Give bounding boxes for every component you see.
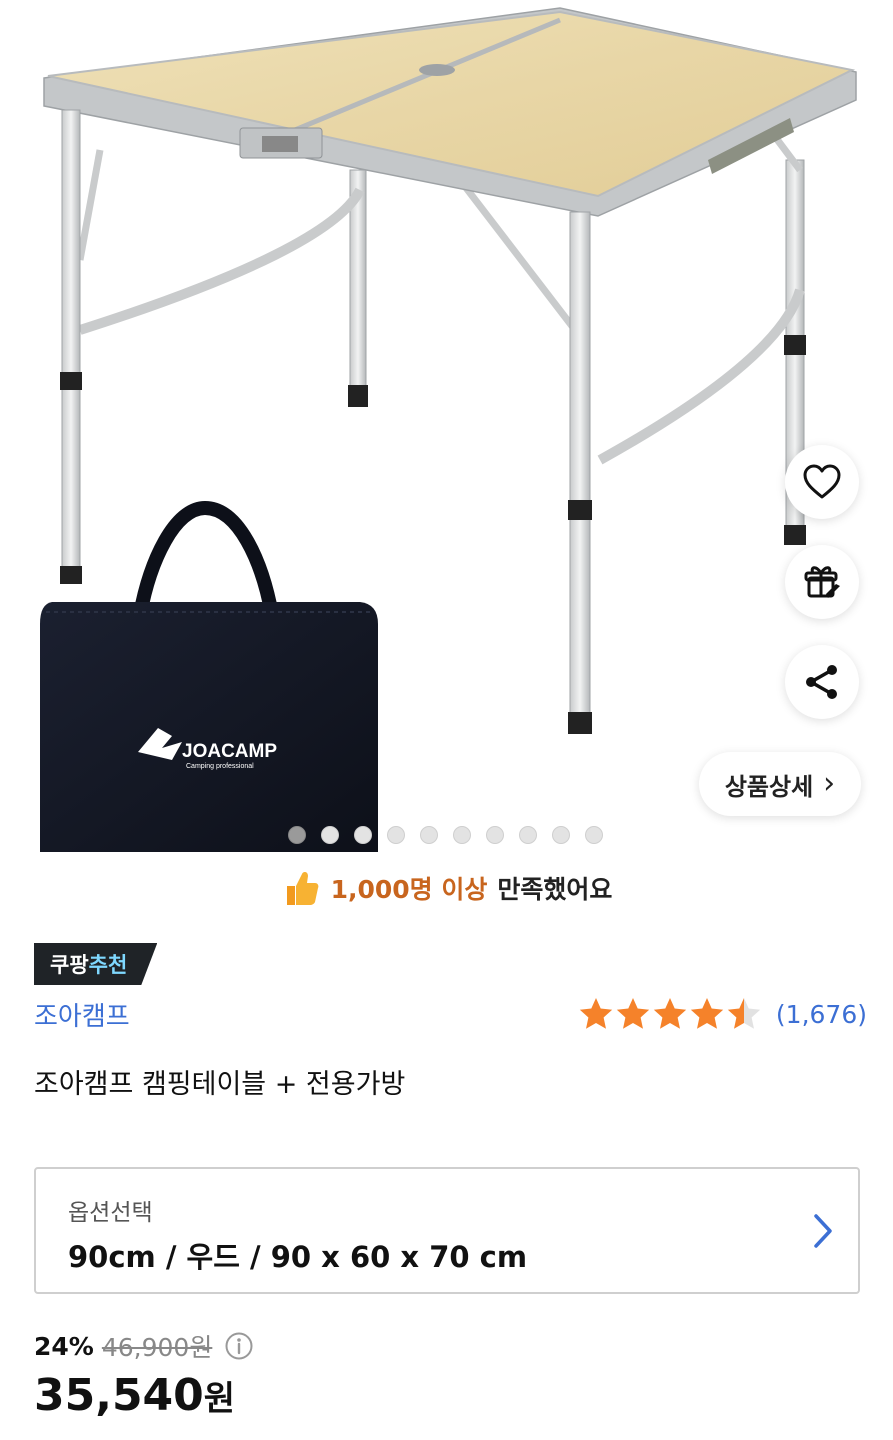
discount-row: 24% 46,900원 [34, 1328, 254, 1364]
rating-star [653, 998, 687, 1029]
badge-part2: 추천 [88, 953, 128, 977]
carousel-dot[interactable] [486, 826, 504, 844]
share-button[interactable] [785, 645, 859, 719]
product-image: JOACAMP Camping professional [40, 7, 857, 852]
rating-star [616, 998, 650, 1029]
sale-price-amount: 35,540 [34, 1370, 204, 1421]
rating-star [727, 998, 761, 1029]
rating-summary[interactable]: (1,676) [578, 996, 867, 1032]
product-detail-label: 상품상세 [724, 772, 814, 801]
star-rating-icon [579, 998, 761, 1029]
thumbs-up-icon [286, 871, 318, 905]
info-icon[interactable] [224, 1331, 254, 1361]
chevron-right-icon: › [823, 766, 836, 801]
gift-icon [804, 566, 840, 598]
carousel-indicator[interactable] [288, 826, 603, 844]
carousel-dot[interactable] [552, 826, 570, 844]
sale-price-unit: 원 [203, 1379, 236, 1419]
product-image-gallery[interactable]: JOACAMP Camping professional 상품상세 › [0, 0, 893, 860]
carousel-dot[interactable] [354, 826, 372, 844]
brand-link[interactable]: 조아캠프 [34, 996, 130, 1033]
share-icon [806, 665, 837, 699]
satisfaction-highlight: 1,000명 이상 [330, 875, 488, 904]
option-selector[interactable]: 옵션선택 90cm / 우드 / 90 x 60 x 70 cm [34, 1167, 860, 1294]
satisfaction-banner: 1,000명 이상 만족했어요 [0, 860, 893, 916]
option-value: 90cm / 우드 / 90 x 60 x 70 cm [68, 1240, 528, 1274]
original-price: 46,900원 [101, 1333, 213, 1362]
rating-star [690, 998, 724, 1029]
carousel-dot[interactable] [420, 826, 438, 844]
bag-logo-subtext: Camping professional [186, 763, 254, 770]
coupang-recommendation-badge: 쿠팡 추천 [34, 943, 157, 985]
bag-logo-text: JOACAMP [182, 741, 277, 762]
gift-button[interactable] [785, 545, 859, 619]
product-detail-button[interactable]: 상품상세 › [699, 752, 861, 816]
sale-price: 35,540원 [34, 1370, 235, 1421]
carousel-dot[interactable] [453, 826, 471, 844]
discount-rate: 24% [34, 1331, 94, 1361]
heart-icon [803, 464, 841, 499]
badge-part1: 쿠팡 [50, 953, 89, 977]
rating-star [579, 998, 613, 1029]
review-count[interactable]: (1,676) [776, 1000, 867, 1029]
product-title: 조아캠프 캠핑테이블 + 전용가방 [34, 1069, 406, 1100]
carousel-dot[interactable] [519, 826, 537, 844]
carousel-dot[interactable] [387, 826, 405, 844]
chevron-right-icon [814, 1214, 832, 1248]
carousel-dot[interactable] [288, 826, 306, 844]
satisfaction-text: 만족했어요 [497, 875, 613, 904]
carousel-dot[interactable] [585, 826, 603, 844]
wishlist-button[interactable] [785, 445, 859, 519]
carousel-dot[interactable] [321, 826, 339, 844]
option-label: 옵션선택 [68, 1200, 153, 1226]
